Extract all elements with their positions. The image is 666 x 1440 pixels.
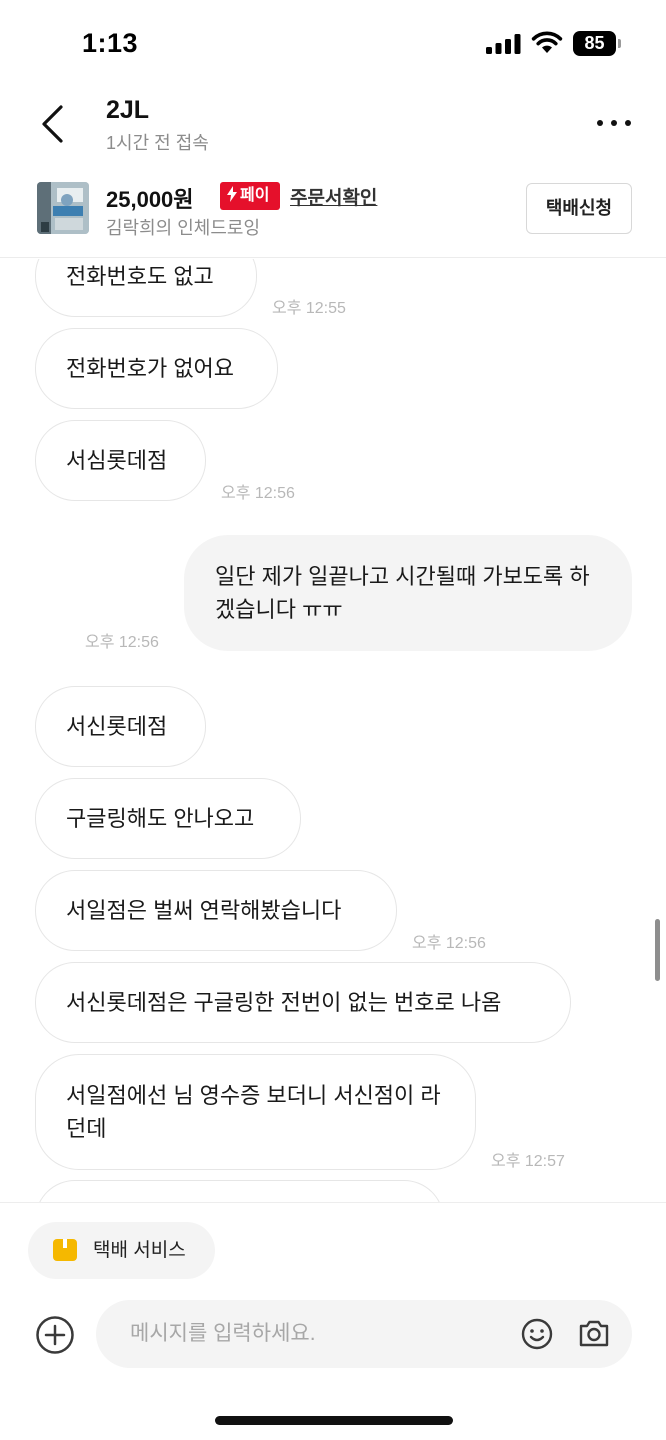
order-confirm-link[interactable]: 주문서확인 (290, 183, 377, 210)
message-bubble: 서신롯데점은 구글링한 전번이 없는 번호로 나옴 (35, 962, 571, 1043)
message-input-placeholder: 메시지를 입력하세요. (130, 1322, 316, 1345)
product-title: 김락희의 인체드로잉 (106, 218, 261, 238)
message-bubble: 전화번호도 없고 (35, 259, 257, 317)
message-text: 구글링해도 안나오고 (66, 806, 255, 831)
my-message-bubble: 일단 제가 일끝나고 시간될때 가보도록 하겠습니다 ㅠㅠ (184, 535, 632, 651)
message-text: 일단 제가 일끝나고 시간될때 가보도록 하겠습니다 ㅠㅠ (215, 564, 590, 622)
message-time: 오후 12:57 (491, 1153, 565, 1170)
message-time: 오후 12:56 (85, 634, 159, 651)
message-bubble: 서심롯데점 (35, 420, 206, 501)
cellular-signal-icon (486, 34, 521, 54)
product-price: 25,000원 (106, 187, 194, 212)
chat-partner-name: 2JL (106, 96, 150, 124)
message-text: 서일점에선 님 영수증 보더니 서신점이 라던데 (66, 1083, 441, 1141)
battery-icon: 85 (573, 31, 621, 56)
message-bubble: 서일점에선 님 영수증 보더니 서신점이 라던데 (35, 1054, 476, 1170)
message-time: 오후 12:56 (221, 485, 295, 502)
pay-badge-label: 페이 (240, 187, 270, 204)
composer-divider (0, 1202, 666, 1203)
message-bubble: 서일점은 벌써 연락해봤습니다 (35, 870, 397, 951)
message-text: 서신롯데점 (66, 714, 168, 739)
lightning-icon (226, 182, 238, 210)
delivery-request-button[interactable]: 택배신청 (526, 183, 632, 234)
box-icon (53, 1239, 77, 1261)
scrollbar-thumb[interactable] (655, 919, 660, 981)
status-bar: 1:13 85 (0, 0, 666, 88)
more-horizontal-icon[interactable] (592, 108, 636, 138)
message-bubble: 구글링해도 안나오고 (35, 778, 301, 859)
message-text: 전화번호가 없어요 (66, 356, 235, 381)
smile-icon[interactable] (521, 1318, 553, 1350)
message-text: 서심롯데점 (66, 448, 168, 473)
home-indicator (215, 1416, 453, 1425)
message-list[interactable]: 전화번호도 없고 오후 12:55 전화번호가 없어요 서심롯데점 오후 12:… (0, 259, 666, 1202)
chat-header: 2JL 1시간 전 접속 (0, 88, 666, 168)
chevron-left-icon[interactable] (34, 102, 74, 146)
message-text: 서일점은 벌써 연락해봤습니다 (66, 898, 342, 923)
message-time: 오후 12:56 (412, 935, 486, 952)
message-bubble: 전화번호가 없어요 (35, 328, 278, 409)
battery-level: 85 (584, 33, 605, 53)
wifi-icon (531, 31, 563, 53)
message-bubble: 서신롯데점 (35, 686, 206, 767)
camera-icon[interactable] (578, 1317, 610, 1349)
message-bubble-partial (35, 1180, 444, 1202)
message-text: 전화번호도 없고 (66, 263, 214, 289)
product-thumbnail[interactable] (37, 182, 89, 234)
product-bar: 25,000원 페이 주문서확인 김락희의 인체드로잉 택배신청 (0, 170, 666, 258)
plus-circle-icon[interactable] (35, 1315, 75, 1355)
message-input[interactable]: 메시지를 입력하세요. (96, 1300, 632, 1368)
delivery-service-label: 택배 서비스 (93, 1240, 186, 1261)
delivery-service-chip[interactable]: 택배 서비스 (28, 1222, 215, 1279)
message-text: 서신롯데점은 구글링한 전번이 없는 번호로 나옴 (66, 990, 502, 1015)
status-time: 1:13 (82, 28, 139, 58)
pay-badge: 페이 (220, 182, 280, 210)
last-seen-status: 1시간 전 접속 (106, 133, 209, 153)
message-time: 오후 12:55 (272, 300, 346, 317)
